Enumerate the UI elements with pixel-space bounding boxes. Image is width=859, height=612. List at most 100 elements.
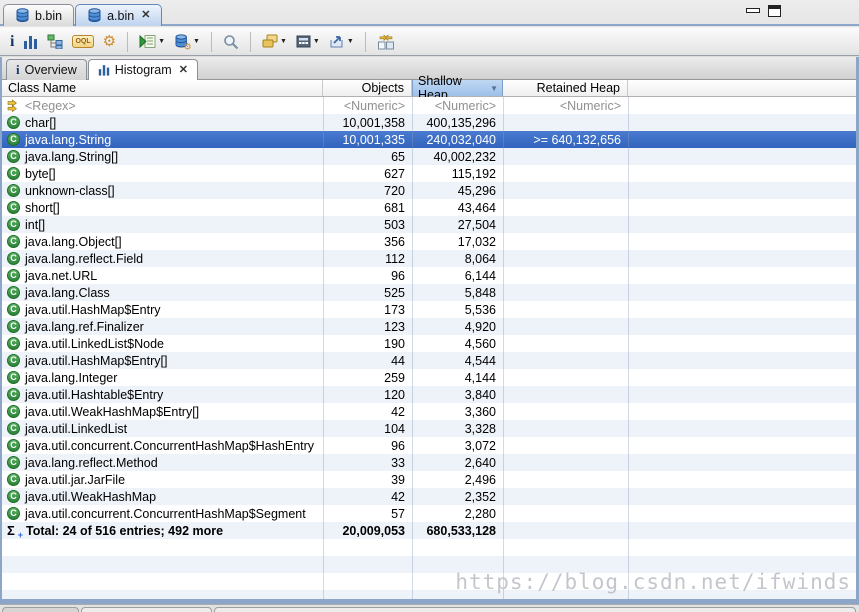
retained-heap-cell: [503, 454, 628, 471]
class-name-label: byte[]: [25, 166, 56, 181]
table-row[interactable]: C java.util.WeakHashMap$Entry[] 42 3,360: [2, 403, 856, 420]
objects-cell: 39: [391, 472, 405, 487]
row-filler: [628, 488, 856, 505]
minimize-icon[interactable]: [746, 8, 760, 13]
info-button[interactable]: i: [9, 31, 15, 53]
retained-heap-cell: [503, 369, 628, 386]
total-retained-heap-cell: [503, 522, 628, 539]
class-icon: C: [7, 422, 20, 435]
table-row[interactable]: C java.lang.reflect.Method 33 2,640: [2, 454, 856, 471]
retained-heap-cell: [503, 182, 628, 199]
class-name-cell: C java.util.WeakHashMap: [2, 488, 323, 505]
compare-button[interactable]: [376, 31, 396, 53]
table-row[interactable]: C java.util.HashMap$Entry[] 44 4,544: [2, 352, 856, 369]
oql-button[interactable]: OQL: [71, 31, 94, 53]
shallow-heap-cell: 2,640: [464, 455, 496, 470]
table-row[interactable]: C java.lang.Integer 259 4,144: [2, 369, 856, 386]
table-row[interactable]: C unknown-class[] 720 45,296: [2, 182, 856, 199]
class-name-cell: C java.util.LinkedList$Node: [2, 335, 323, 352]
run-report-button[interactable]: ▼: [138, 31, 166, 53]
retained-heap-cell: [503, 199, 628, 216]
search-button[interactable]: [222, 31, 240, 53]
shallow-heap-cell: 4,560: [464, 336, 496, 351]
heap-dump-actions-button[interactable]: ⚙ ▼: [173, 31, 201, 53]
table-row[interactable]: C short[] 681 43,464: [2, 199, 856, 216]
editor-tab-a-bin[interactable]: a.bin ✕: [75, 4, 163, 26]
column-header-class-name[interactable]: Class Name: [2, 80, 323, 96]
class-icon: C: [7, 133, 20, 146]
table-row[interactable]: C java.util.LinkedList 104 3,328: [2, 420, 856, 437]
numeric-filter-cell[interactable]: <Numeric>: [323, 97, 412, 114]
shallow-heap-cell: 4,144: [464, 370, 496, 385]
table-row[interactable]: C java.lang.Class 525 5,848: [2, 284, 856, 301]
class-name-cell: C java.util.HashMap$Entry[]: [2, 352, 323, 369]
dropdown-arrow-icon[interactable]: ▼: [313, 38, 320, 45]
class-name-cell: C java.util.Hashtable$Entry: [2, 386, 323, 403]
shallow-heap-cell: 27,504: [457, 217, 496, 232]
table-row[interactable]: C java.lang.ref.Finalizer 123 4,920: [2, 318, 856, 335]
objects-cell: 720: [384, 183, 405, 198]
row-filler: [628, 182, 856, 199]
histogram-button[interactable]: [22, 31, 39, 53]
retained-heap-cell: >= 640,132,656: [533, 132, 621, 147]
table-row[interactable]: C int[] 503 27,504: [2, 216, 856, 233]
class-icon: C: [7, 490, 20, 503]
close-icon[interactable]: ✕: [177, 64, 188, 76]
heap-dump-gear-icon: ⚙: [175, 33, 191, 50]
table-row[interactable]: C java.util.HashMap$Entry 173 5,536: [2, 301, 856, 318]
table-row[interactable]: C java.util.WeakHashMap 42 2,352: [2, 488, 856, 505]
retained-heap-cell: [503, 471, 628, 488]
status-segment: [2, 607, 79, 612]
dropdown-arrow-icon[interactable]: ▼: [158, 38, 165, 45]
dropdown-arrow-icon[interactable]: ▼: [347, 38, 354, 45]
dropdown-arrow-icon[interactable]: ▼: [280, 38, 287, 45]
shallow-heap-cell: 2,352: [464, 489, 496, 504]
objects-cell: 173: [384, 302, 405, 317]
editor-tab-b-bin[interactable]: b.bin: [3, 4, 75, 26]
numeric-filter-cell[interactable]: <Numeric>: [503, 97, 628, 114]
group-by-button[interactable]: ▼: [261, 31, 288, 53]
objects-cell: 96: [391, 438, 405, 453]
tab-histogram[interactable]: Histogram ✕: [87, 59, 198, 80]
table-row[interactable]: C char[] 10,001,358 400,135,296: [2, 114, 856, 131]
table-row[interactable]: C java.util.LinkedList$Node 190 4,560: [2, 335, 856, 352]
retained-heap-cell: [503, 318, 628, 335]
compare-icon: [377, 34, 394, 49]
shallow-heap-cell: 45,296: [457, 183, 496, 198]
table-row[interactable]: C java.util.Hashtable$Entry 120 3,840: [2, 386, 856, 403]
shallow-heap-cell: 5,536: [464, 302, 496, 317]
numeric-filter-cell[interactable]: <Numeric>: [412, 97, 503, 114]
class-icon: C: [7, 473, 20, 486]
regex-filter-cell[interactable]: <Regex>: [2, 97, 323, 114]
retained-heap-cell: [503, 437, 628, 454]
row-filler: [628, 301, 856, 318]
table-row[interactable]: C byte[] 627 115,192: [2, 165, 856, 182]
maximize-icon[interactable]: [768, 5, 781, 17]
thread-overview-button[interactable]: ⚙: [102, 31, 117, 53]
table-row[interactable]: C java.lang.String[] 65 40,002,232: [2, 148, 856, 165]
export-button[interactable]: ▼: [328, 31, 355, 53]
column-header-shallow-heap[interactable]: Shallow Heap ▼: [412, 74, 503, 102]
window-chrome: b.bin a.bin ✕ i OQL ⚙ ▼ ⚙ ▼ ▼ ▼ ▼: [0, 0, 859, 57]
calculator-button[interactable]: ▼: [295, 31, 321, 53]
close-icon[interactable]: ✕: [139, 10, 150, 21]
table-row[interactable]: C java.lang.reflect.Field 112 8,064: [2, 250, 856, 267]
table-row[interactable]: C java.lang.String 10,001,335 240,032,04…: [2, 131, 856, 148]
editor-tab-bar: b.bin a.bin ✕: [0, 0, 859, 26]
column-header-objects[interactable]: Objects: [323, 80, 412, 96]
table-row[interactable]: C java.lang.Object[] 356 17,032: [2, 233, 856, 250]
row-filler: [628, 148, 856, 165]
dominator-tree-button[interactable]: [46, 31, 64, 53]
table-row[interactable]: C java.net.URL 96 6,144: [2, 267, 856, 284]
table-row[interactable]: C java.util.concurrent.ConcurrentHashMap…: [2, 505, 856, 522]
row-filler: [628, 165, 856, 182]
table-row[interactable]: C java.util.concurrent.ConcurrentHashMap…: [2, 437, 856, 454]
tab-overview[interactable]: i Overview: [6, 59, 87, 80]
toolbar-separator: [210, 31, 212, 52]
class-name-label: java.util.LinkedList: [25, 421, 128, 436]
class-name-label: java.lang.String[]: [25, 149, 119, 164]
table-row[interactable]: C java.util.jar.JarFile 39 2,496: [2, 471, 856, 488]
column-header-retained-heap[interactable]: Retained Heap: [503, 80, 628, 96]
dropdown-arrow-icon[interactable]: ▼: [193, 38, 200, 45]
table-header: Class Name Objects Shallow Heap ▼ Retain…: [2, 74, 856, 102]
